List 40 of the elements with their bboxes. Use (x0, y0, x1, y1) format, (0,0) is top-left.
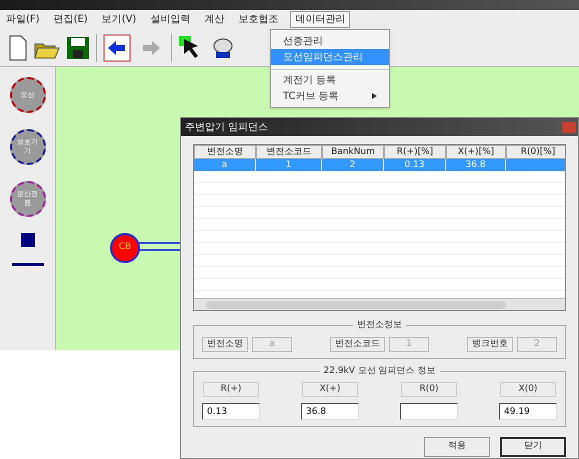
table-cell: 36.8 (465, 160, 486, 170)
column-header[interactable]: R(0)[%] (506, 145, 565, 159)
field-label: R(+) (203, 382, 259, 397)
field-label: 변전소명 (202, 336, 248, 352)
input-field[interactable]: 36.8 (301, 403, 359, 420)
submenu-arrow-icon (372, 93, 377, 99)
menu-item[interactable]: 계전기 등록 (271, 72, 389, 88)
field-label: 변전소코드 (330, 336, 385, 352)
menu-item[interactable]: 설비입력 (148, 12, 192, 27)
column-header[interactable]: R(+)[%] (384, 145, 446, 159)
menu-item[interactable]: 편집(E) (52, 12, 90, 27)
menu-item[interactable]: 파일(F) (4, 12, 42, 27)
new-file-icon[interactable] (8, 34, 28, 60)
menu-item[interactable]: 데이터관리 (290, 11, 350, 28)
menu-item[interactable]: 보기(V) (100, 12, 138, 27)
field-label: X(+) (302, 382, 358, 397)
field-label: R(0) (401, 382, 457, 397)
column-header[interactable]: 변전소명 (194, 145, 256, 159)
table-cell: a (222, 160, 228, 170)
square-icon[interactable] (20, 233, 34, 247)
dialog-title: 주변압기 임피던스 (185, 120, 268, 134)
field-label: 뱅크번호 (467, 336, 513, 352)
input-field[interactable]: 0.13 (202, 403, 260, 420)
dialog-button[interactable]: 닫기 (500, 437, 566, 457)
input-field[interactable] (400, 403, 458, 420)
save-icon[interactable] (66, 36, 90, 60)
column-header[interactable]: 변전소코드 (256, 145, 322, 159)
horizontal-scrollbar[interactable] (194, 298, 565, 310)
field-label: X(0) (500, 382, 556, 397)
dialog-button[interactable]: 적용 (424, 437, 490, 457)
menu-item[interactable]: 선종관리 (271, 33, 389, 49)
table-cell: 0.13 (404, 160, 425, 170)
column-header[interactable]: BankNum (322, 145, 384, 159)
input-field[interactable]: 49.19 (499, 403, 557, 420)
menu-item[interactable]: 보호협조 (236, 12, 280, 27)
column-header[interactable]: X(+)[%] (446, 145, 506, 159)
table-cell: 1 (286, 160, 292, 170)
menu-item[interactable]: 계산 (202, 12, 226, 27)
table-cell: 2 (350, 160, 356, 170)
menu-item[interactable]: TC커브 등록 (271, 88, 389, 104)
